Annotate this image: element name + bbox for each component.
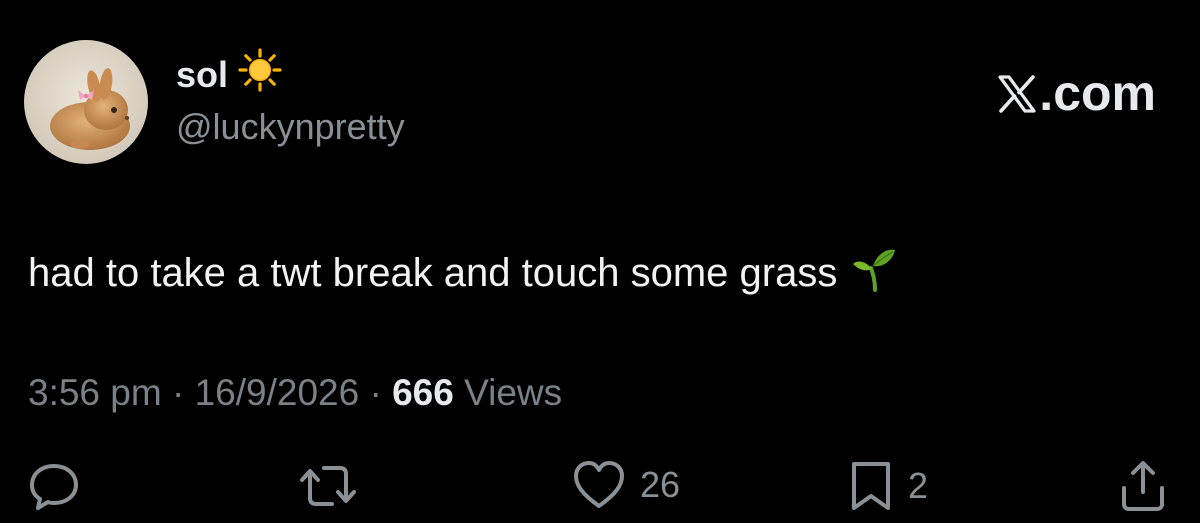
display-name-text: sol xyxy=(176,53,229,95)
tweet-body: had to take a twt break and touch some g… xyxy=(28,244,897,302)
seedling-icon xyxy=(851,244,897,302)
tweet-text: had to take a twt break and touch some g… xyxy=(28,250,838,295)
like-count: 26 xyxy=(640,464,681,505)
bookmark-icon xyxy=(848,458,894,514)
like-button[interactable]: 26 xyxy=(572,458,680,512)
views-count[interactable]: 666 xyxy=(392,372,454,413)
action-bar: 26 2 xyxy=(0,458,1200,522)
meta-separator: · xyxy=(369,372,382,413)
x-logo-icon xyxy=(997,70,1037,113)
retweet-icon xyxy=(298,458,358,514)
avatar[interactable] xyxy=(24,40,148,164)
tweet-date[interactable]: 16/9/2026 xyxy=(195,372,360,413)
reply-icon xyxy=(26,458,82,514)
x-com-logo[interactable]: .com xyxy=(997,64,1156,122)
author-display-name[interactable]: sol xyxy=(176,48,282,101)
share-button[interactable] xyxy=(1116,458,1170,514)
share-icon xyxy=(1116,458,1170,514)
reply-button[interactable] xyxy=(26,458,82,514)
sun-icon xyxy=(238,48,282,101)
author-handle[interactable]: @luckynpretty xyxy=(176,106,405,148)
bookmark-button[interactable]: 2 xyxy=(848,458,928,514)
tweet-meta: 3:56 pm · 16/9/2026 · 666 Views xyxy=(28,372,562,414)
bookmark-count: 2 xyxy=(908,465,929,506)
views-label[interactable]: Views xyxy=(464,372,562,413)
retweet-button[interactable] xyxy=(298,458,358,514)
bunny-avatar-image xyxy=(24,40,148,164)
meta-separator: · xyxy=(171,372,185,413)
tweet-time[interactable]: 3:56 pm xyxy=(28,372,162,413)
heart-icon xyxy=(572,458,626,512)
brand-domain-suffix: .com xyxy=(1039,65,1156,121)
